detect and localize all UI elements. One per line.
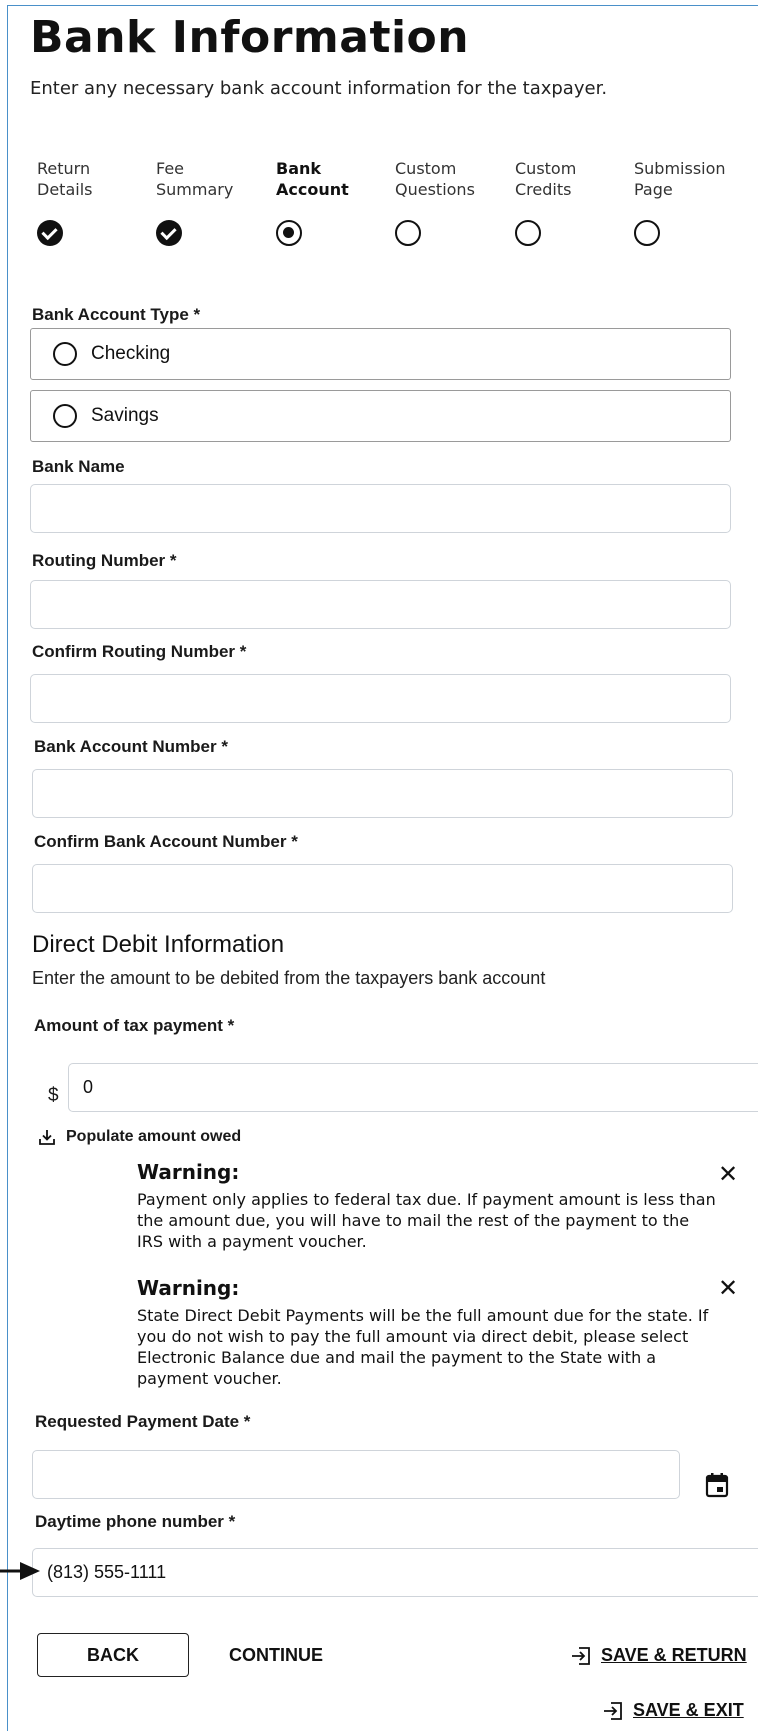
radio-circle-icon: [53, 342, 77, 366]
direct-debit-description: Enter the amount to be debited from the …: [32, 968, 546, 988]
radio-label: Savings: [91, 405, 159, 426]
routing-number-input[interactable]: [30, 580, 731, 629]
radio-label: Checking: [91, 343, 171, 364]
save-and-return-button[interactable]: SAVE & RETURN: [571, 1645, 747, 1666]
save-and-exit-label: SAVE & EXIT: [633, 1700, 744, 1720]
step-label: Custom Questions: [395, 159, 475, 199]
currency-symbol: $: [48, 1085, 59, 1106]
page-title: Bank Information: [30, 12, 470, 63]
save-and-exit-button[interactable]: SAVE & EXIT: [603, 1700, 744, 1721]
confirm-account-input[interactable]: [32, 864, 733, 913]
exit-arrow-icon: [604, 1701, 622, 1720]
step-pending-icon: [395, 220, 421, 246]
confirm-account-label: Confirm Bank Account Number *: [34, 832, 298, 851]
close-icon[interactable]: ✕: [718, 1274, 738, 1302]
warning-message: State Direct Debit Payments will be the …: [137, 1306, 709, 1388]
calendar-icon[interactable]: [705, 1472, 729, 1498]
confirm-routing-label: Confirm Routing Number *: [32, 642, 247, 661]
step-pending-icon: [634, 220, 660, 246]
amount-label: Amount of tax payment *: [34, 1016, 235, 1035]
warning-message: Payment only applies to federal tax due.…: [137, 1190, 716, 1251]
step-submission-page[interactable]: Submission Page: [634, 158, 744, 246]
step-label: Bank Account: [276, 159, 349, 199]
step-label: Fee Summary: [156, 159, 234, 199]
step-custom-questions[interactable]: Custom Questions: [395, 158, 505, 246]
confirm-routing-input[interactable]: [30, 674, 731, 723]
close-icon[interactable]: ✕: [718, 1160, 738, 1188]
account-type-label: Bank Account Type *: [32, 305, 201, 324]
phone-input[interactable]: (813) 555-1111: [32, 1548, 758, 1597]
populate-amount-button[interactable]: Populate amount owed: [38, 1128, 241, 1146]
step-label: Submission Page: [634, 159, 726, 199]
step-pending-icon: [515, 220, 541, 246]
exit-arrow-icon: [572, 1646, 590, 1665]
step-custom-credits[interactable]: Custom Credits: [515, 158, 625, 246]
radio-checking[interactable]: Checking: [30, 328, 731, 380]
step-return-details[interactable]: Return Details: [37, 158, 147, 246]
account-number-input[interactable]: [32, 769, 733, 818]
step-current-icon: [276, 220, 302, 246]
back-button[interactable]: BACK: [37, 1633, 189, 1677]
account-number-label: Bank Account Number *: [34, 737, 228, 756]
radio-savings[interactable]: Savings: [30, 390, 731, 442]
bank-name-input[interactable]: [30, 484, 731, 533]
routing-number-label: Routing Number *: [32, 551, 177, 570]
step-bank-account[interactable]: Bank Account: [276, 158, 386, 246]
step-label: Return Details: [37, 159, 93, 199]
phone-label: Daytime phone number *: [35, 1512, 236, 1531]
save-and-return-label: SAVE & RETURN: [601, 1645, 747, 1665]
warning-heading: Warning:: [137, 1276, 240, 1300]
radio-circle-icon: [53, 404, 77, 428]
pointer-arrow-icon: [0, 1562, 40, 1580]
direct-debit-title: Direct Debit Information: [32, 931, 285, 958]
payment-date-input[interactable]: [32, 1450, 680, 1499]
step-complete-icon: [37, 220, 63, 246]
step-complete-icon: [156, 220, 182, 246]
amount-input[interactable]: 0: [68, 1063, 758, 1112]
page-subtitle: Enter any necessary bank account informa…: [30, 78, 608, 99]
bank-name-label: Bank Name: [32, 457, 125, 476]
continue-button[interactable]: CONTINUE: [229, 1645, 323, 1666]
step-label: Custom Credits: [515, 159, 577, 199]
step-fee-summary[interactable]: Fee Summary: [156, 158, 266, 246]
warning-heading: Warning:: [137, 1160, 240, 1184]
populate-amount-label: Populate amount owed: [66, 1128, 242, 1145]
download-icon: [39, 1130, 55, 1145]
payment-date-label: Requested Payment Date *: [35, 1412, 251, 1431]
